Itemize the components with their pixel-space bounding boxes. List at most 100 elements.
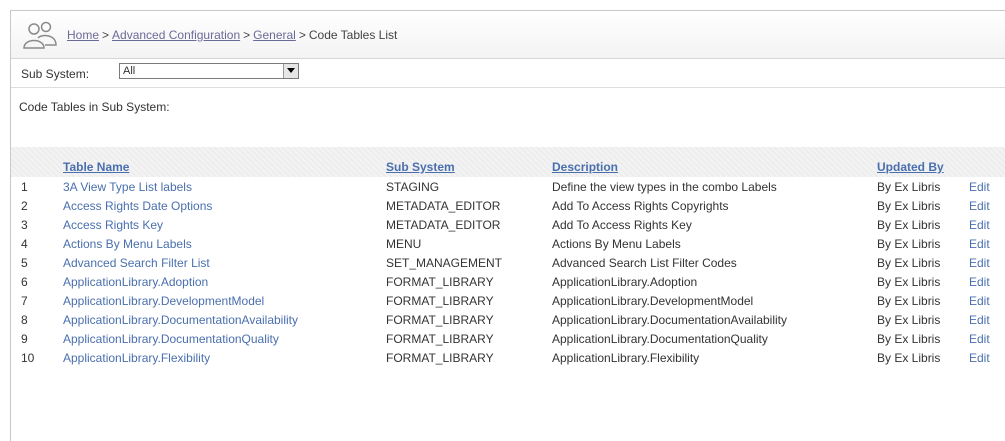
row-updated-by: By Ex Libris xyxy=(877,293,941,308)
table-name-link[interactable]: ApplicationLibrary.Adoption xyxy=(63,275,208,289)
table-name-link[interactable]: 3A View Type List labels xyxy=(63,180,192,194)
breadcrumb-current: Code Tables List xyxy=(308,28,398,42)
row-sub-system: SET_MANAGEMENT xyxy=(386,255,503,270)
row-action-cell: Edit xyxy=(969,291,1005,310)
table-row: 7 ApplicationLibrary.DevelopmentModel FORM… xyxy=(11,291,1005,310)
sort-updated-by-link[interactable]: Updated By xyxy=(877,160,944,174)
edit-link[interactable]: Edit xyxy=(969,313,990,327)
sort-sub-system-link[interactable]: Sub System xyxy=(386,160,455,174)
table-row: 6 ApplicationLibrary.Adoption FORMAT_LIBRA… xyxy=(11,272,1005,291)
row-sub-system: FORMAT_LIBRARY xyxy=(386,293,494,308)
row-sub-system: STAGING xyxy=(386,179,440,194)
table-name-link[interactable]: ApplicationLibrary.DevelopmentModel xyxy=(63,294,264,308)
table-name-link[interactable]: ApplicationLibrary.DocumentationAvailabi… xyxy=(63,313,298,327)
row-sub-system: FORMAT_LIBRARY xyxy=(386,312,494,327)
row-action-cell: Edit xyxy=(969,253,1005,272)
row-table-name-cell: ApplicationLibrary.DocumentationAvailabi… xyxy=(63,310,386,329)
row-updated-by: By Ex Libris xyxy=(877,217,941,232)
table-row: 4 Actions By Menu Labels MENU Actions By Me… xyxy=(11,234,1005,253)
row-number: 4 xyxy=(21,236,28,251)
table-row: 1 3A View Type List labels STAGING Define t… xyxy=(11,177,1005,196)
row-number: 6 xyxy=(21,274,28,289)
header-table-name: Table Name xyxy=(63,147,386,177)
table-name-link[interactable]: Access Rights Date Options xyxy=(63,199,212,213)
edit-link[interactable]: Edit xyxy=(969,199,990,213)
edit-link[interactable]: Edit xyxy=(969,237,990,251)
row-table-name-cell: Advanced Search Filter List xyxy=(63,253,386,272)
row-action-cell: Edit xyxy=(969,348,1005,367)
breadcrumb-separator: > xyxy=(298,28,306,42)
row-description: Add To Access Rights Key xyxy=(552,217,692,232)
table-row: 5 Advanced Search Filter List SET_MANAGEME… xyxy=(11,253,1005,272)
row-number: 1 xyxy=(21,179,28,194)
breadcrumb-home-link[interactable]: Home xyxy=(67,28,99,42)
table-name-link[interactable]: ApplicationLibrary.Flexibility xyxy=(63,351,210,365)
row-updated-by: By Ex Libris xyxy=(877,179,941,194)
row-updated-by: By Ex Libris xyxy=(877,350,941,365)
row-description: ApplicationLibrary.DevelopmentModel xyxy=(552,293,754,308)
row-number: 2 xyxy=(21,198,28,213)
row-description: Define the view types in the combo Label… xyxy=(552,179,777,194)
breadcrumb: Home > Advanced Configuration > General > Code… xyxy=(67,28,397,42)
row-table-name-cell: 3A View Type List labels xyxy=(63,177,386,196)
table-name-link[interactable]: ApplicationLibrary.DocumentationQuality xyxy=(63,332,279,346)
row-number: 10 xyxy=(21,350,35,365)
row-sub-system: METADATA_EDITOR xyxy=(386,198,501,213)
row-number: 9 xyxy=(21,331,28,346)
row-table-name-cell: Access Rights Date Options xyxy=(63,196,386,215)
row-updated-by: By Ex Libris xyxy=(877,274,941,289)
edit-link[interactable]: Edit xyxy=(969,218,990,232)
edit-link[interactable]: Edit xyxy=(969,256,990,270)
sub-system-select[interactable]: All xyxy=(119,63,299,79)
row-number: 5 xyxy=(21,255,28,270)
row-table-name-cell: Access Rights Key xyxy=(63,215,386,234)
edit-link[interactable]: Edit xyxy=(969,332,990,346)
breadcrumb-separator: > xyxy=(102,28,110,42)
row-action-cell: Edit xyxy=(969,215,1005,234)
table-row: 3 Access Rights Key METADATA_EDITOR Add To … xyxy=(11,215,1005,234)
edit-link[interactable]: Edit xyxy=(969,275,990,289)
sort-table-name-link[interactable]: Table Name xyxy=(63,160,129,174)
page-frame: Home > Advanced Configuration > General > Code… xyxy=(10,10,1005,441)
section-label: Code Tables in Sub System: xyxy=(11,88,1005,123)
table-name-link[interactable]: Advanced Search Filter List xyxy=(63,256,210,270)
section-label-text: Code Tables in Sub System: xyxy=(19,100,170,114)
row-description: Add To Access Rights Copyrights xyxy=(552,198,729,213)
table-name-link[interactable]: Actions By Menu Labels xyxy=(63,237,192,251)
row-number: 7 xyxy=(21,293,28,308)
header-description: Description xyxy=(552,147,877,177)
header-sub-system: Sub System xyxy=(386,147,552,177)
row-description: Actions By Menu Labels xyxy=(552,236,681,251)
breadcrumb-separator: > xyxy=(243,28,251,42)
row-description: Advanced Search List Filter Codes xyxy=(552,255,737,270)
header-actions xyxy=(969,147,1005,177)
page-header: Home > Advanced Configuration > General > Code… xyxy=(11,11,1005,59)
table-row: 2 Access Rights Date Options METADATA_EDIT… xyxy=(11,196,1005,215)
row-number: 8 xyxy=(21,312,28,327)
table-name-link[interactable]: Access Rights Key xyxy=(63,218,163,232)
edit-link[interactable]: Edit xyxy=(969,294,990,308)
sort-description-link[interactable]: Description xyxy=(552,160,618,174)
row-sub-system: FORMAT_LIBRARY xyxy=(386,350,494,365)
users-icon xyxy=(23,21,57,49)
row-action-cell: Edit xyxy=(969,310,1005,329)
table-row: 9 ApplicationLibrary.DocumentationQuality… xyxy=(11,329,1005,348)
row-sub-system: FORMAT_LIBRARY xyxy=(386,274,494,289)
edit-link[interactable]: Edit xyxy=(969,180,990,194)
header-number xyxy=(11,147,63,177)
row-description: ApplicationLibrary.Flexibility xyxy=(552,350,700,365)
filter-row: Sub System: All xyxy=(11,59,1005,88)
row-updated-by: By Ex Libris xyxy=(877,198,941,213)
breadcrumb-general-link[interactable]: General xyxy=(253,28,296,42)
sub-system-label: Sub System: xyxy=(21,67,90,81)
row-updated-by: By Ex Libris xyxy=(877,331,941,346)
dropdown-arrow-icon[interactable] xyxy=(283,64,298,78)
table-row: 8 ApplicationLibrary.DocumentationAvailab… xyxy=(11,310,1005,329)
row-action-cell: Edit xyxy=(969,329,1005,348)
row-sub-system: FORMAT_LIBRARY xyxy=(386,331,494,346)
table-row: 10 ApplicationLibrary.Flexibility FORMAT_L… xyxy=(11,348,1005,367)
row-table-name-cell: ApplicationLibrary.Adoption xyxy=(63,272,386,291)
breadcrumb-advanced-link[interactable]: Advanced Configuration xyxy=(112,28,240,42)
edit-link[interactable]: Edit xyxy=(969,351,990,365)
row-action-cell: Edit xyxy=(969,272,1005,291)
